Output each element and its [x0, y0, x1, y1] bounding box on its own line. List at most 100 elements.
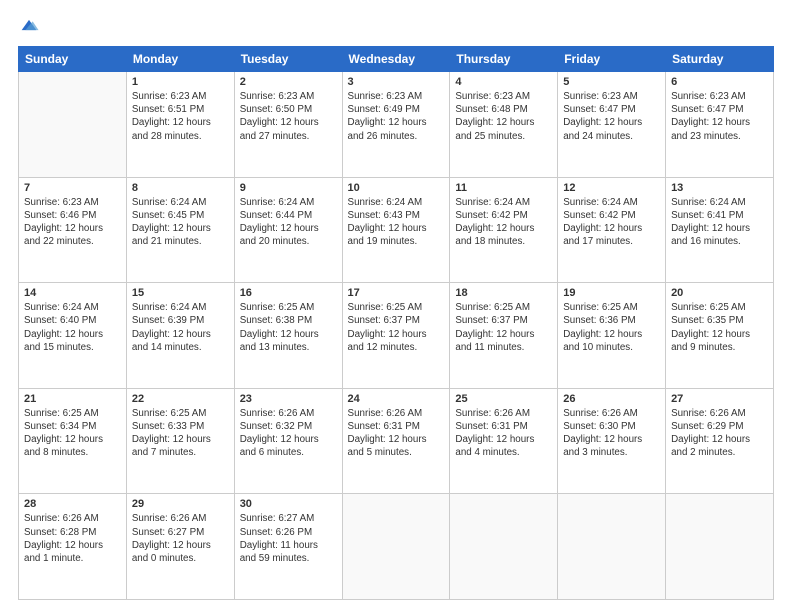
day-number: 3: [348, 76, 445, 88]
day-number: 12: [563, 182, 660, 194]
day-number: 16: [240, 287, 337, 299]
day-info: Sunrise: 6:25 AMSunset: 6:35 PMDaylight:…: [671, 301, 768, 354]
day-info: Sunrise: 6:23 AMSunset: 6:50 PMDaylight:…: [240, 90, 337, 143]
calendar-cell: 7Sunrise: 6:23 AMSunset: 6:46 PMDaylight…: [19, 177, 127, 283]
day-info: Sunrise: 6:24 AMSunset: 6:45 PMDaylight:…: [132, 196, 229, 249]
header: [18, 16, 774, 36]
day-info: Sunrise: 6:23 AMSunset: 6:49 PMDaylight:…: [348, 90, 445, 143]
day-number: 8: [132, 182, 229, 194]
calendar-cell: 10Sunrise: 6:24 AMSunset: 6:43 PMDayligh…: [342, 177, 450, 283]
weekday-header-monday: Monday: [126, 47, 234, 72]
day-info: Sunrise: 6:23 AMSunset: 6:47 PMDaylight:…: [671, 90, 768, 143]
day-info: Sunrise: 6:24 AMSunset: 6:40 PMDaylight:…: [24, 301, 121, 354]
calendar-cell: 12 Sunrise: 6:24 AMSunset: 6:42 PMDayligh…: [558, 177, 666, 283]
calendar-cell: [558, 494, 666, 600]
day-info: Sunrise: 6:25 AMSunset: 6:33 PMDaylight:…: [132, 407, 229, 460]
calendar-cell: [19, 72, 127, 178]
day-number: 22: [132, 393, 229, 405]
calendar-cell: 3 Sunrise: 6:23 AMSunset: 6:49 PMDaylight…: [342, 72, 450, 178]
day-number: 17: [348, 287, 445, 299]
calendar-cell: 17 Sunrise: 6:25 AMSunset: 6:37 PMDayligh…: [342, 283, 450, 389]
day-info: Sunrise: 6:23 AMSunset: 6:48 PMDaylight:…: [455, 90, 552, 143]
day-number: 30: [240, 498, 337, 510]
day-number: 27: [671, 393, 768, 405]
day-info: Sunrise: 6:24 AMSunset: 6:44 PMDaylight:…: [240, 196, 337, 249]
day-number: 18: [455, 287, 552, 299]
day-info: Sunrise: 6:23 AMSunset: 6:47 PMDaylight:…: [563, 90, 660, 143]
calendar-cell: 21Sunrise: 6:25 AMSunset: 6:34 PMDayligh…: [19, 388, 127, 494]
day-info: Sunrise: 6:24 AMSunset: 6:41 PMDaylight:…: [671, 196, 768, 249]
day-info: Sunrise: 6:26 AMSunset: 6:27 PMDaylight:…: [132, 512, 229, 565]
calendar-cell: 24 Sunrise: 6:26 AMSunset: 6:31 PMDayligh…: [342, 388, 450, 494]
day-info: Sunrise: 6:25 AMSunset: 6:37 PMDaylight:…: [348, 301, 445, 354]
day-info: Sunrise: 6:24 AMSunset: 6:42 PMDaylight:…: [455, 196, 552, 249]
calendar-cell: 18Sunrise: 6:25 AMSunset: 6:37 PMDayligh…: [450, 283, 558, 389]
weekday-header-sunday: Sunday: [19, 47, 127, 72]
day-number: 19: [563, 287, 660, 299]
calendar-cell: 25Sunrise: 6:26 AMSunset: 6:31 PMDayligh…: [450, 388, 558, 494]
calendar-cell: 6 Sunrise: 6:23 AMSunset: 6:47 PMDaylight…: [666, 72, 774, 178]
day-number: 11: [455, 182, 552, 194]
day-info: Sunrise: 6:27 AMSunset: 6:26 PMDaylight:…: [240, 512, 337, 565]
calendar-cell: 20 Sunrise: 6:25 AMSunset: 6:35 PMDayligh…: [666, 283, 774, 389]
day-number: 26: [563, 393, 660, 405]
logo-icon: [18, 14, 40, 36]
weekday-header-row: SundayMondayTuesdayWednesdayThursdayFrid…: [19, 47, 774, 72]
day-number: 21: [24, 393, 121, 405]
day-number: 6: [671, 76, 768, 88]
calendar-cell: 19 Sunrise: 6:25 AMSunset: 6:36 PMDayligh…: [558, 283, 666, 389]
day-number: 10: [348, 182, 445, 194]
day-info: Sunrise: 6:26 AMSunset: 6:31 PMDaylight:…: [348, 407, 445, 460]
calendar-cell: 11 Sunrise: 6:24 AMSunset: 6:42 PMDayligh…: [450, 177, 558, 283]
day-info: Sunrise: 6:23 AMSunset: 6:46 PMDaylight:…: [24, 196, 121, 249]
day-number: 25: [455, 393, 552, 405]
calendar-cell: 26 Sunrise: 6:26 AMSunset: 6:30 PMDayligh…: [558, 388, 666, 494]
calendar-week-row: 28 Sunrise: 6:26 AMSunset: 6:28 PMDayligh…: [19, 494, 774, 600]
day-number: 20: [671, 287, 768, 299]
day-number: 2: [240, 76, 337, 88]
calendar-week-row: 1Sunrise: 6:23 AMSunset: 6:51 PMDaylight…: [19, 72, 774, 178]
weekday-header-friday: Friday: [558, 47, 666, 72]
weekday-header-wednesday: Wednesday: [342, 47, 450, 72]
day-info: Sunrise: 6:26 AMSunset: 6:28 PMDaylight:…: [24, 512, 121, 565]
logo: [18, 16, 42, 36]
calendar-week-row: 14Sunrise: 6:24 AMSunset: 6:40 PMDayligh…: [19, 283, 774, 389]
day-number: 4: [455, 76, 552, 88]
weekday-header-thursday: Thursday: [450, 47, 558, 72]
calendar-cell: 2 Sunrise: 6:23 AMSunset: 6:50 PMDaylight…: [234, 72, 342, 178]
calendar-cell: 14Sunrise: 6:24 AMSunset: 6:40 PMDayligh…: [19, 283, 127, 389]
calendar-cell: 16 Sunrise: 6:25 AMSunset: 6:38 PMDayligh…: [234, 283, 342, 389]
day-number: 13: [671, 182, 768, 194]
day-number: 23: [240, 393, 337, 405]
calendar-week-row: 7Sunrise: 6:23 AMSunset: 6:46 PMDaylight…: [19, 177, 774, 283]
calendar-cell: 13 Sunrise: 6:24 AMSunset: 6:41 PMDayligh…: [666, 177, 774, 283]
calendar-cell: 4 Sunrise: 6:23 AMSunset: 6:48 PMDaylight…: [450, 72, 558, 178]
day-info: Sunrise: 6:24 AMSunset: 6:42 PMDaylight:…: [563, 196, 660, 249]
day-info: Sunrise: 6:26 AMSunset: 6:32 PMDaylight:…: [240, 407, 337, 460]
weekday-header-saturday: Saturday: [666, 47, 774, 72]
calendar-cell: 8 Sunrise: 6:24 AMSunset: 6:45 PMDaylight…: [126, 177, 234, 283]
weekday-header-tuesday: Tuesday: [234, 47, 342, 72]
day-info: Sunrise: 6:25 AMSunset: 6:36 PMDaylight:…: [563, 301, 660, 354]
calendar-cell: 1Sunrise: 6:23 AMSunset: 6:51 PMDaylight…: [126, 72, 234, 178]
day-number: 15: [132, 287, 229, 299]
calendar-cell: 28 Sunrise: 6:26 AMSunset: 6:28 PMDayligh…: [19, 494, 127, 600]
calendar-cell: 9 Sunrise: 6:24 AMSunset: 6:44 PMDaylight…: [234, 177, 342, 283]
calendar-cell: [342, 494, 450, 600]
calendar-cell: 23 Sunrise: 6:26 AMSunset: 6:32 PMDayligh…: [234, 388, 342, 494]
calendar-week-row: 21Sunrise: 6:25 AMSunset: 6:34 PMDayligh…: [19, 388, 774, 494]
calendar-cell: [666, 494, 774, 600]
day-number: 24: [348, 393, 445, 405]
day-info: Sunrise: 6:25 AMSunset: 6:38 PMDaylight:…: [240, 301, 337, 354]
day-number: 5: [563, 76, 660, 88]
day-number: 28: [24, 498, 121, 510]
calendar-table: SundayMondayTuesdayWednesdayThursdayFrid…: [18, 46, 774, 600]
calendar-cell: 27Sunrise: 6:26 AMSunset: 6:29 PMDayligh…: [666, 388, 774, 494]
day-info: Sunrise: 6:24 AMSunset: 6:39 PMDaylight:…: [132, 301, 229, 354]
calendar-cell: 5 Sunrise: 6:23 AMSunset: 6:47 PMDaylight…: [558, 72, 666, 178]
day-number: 29: [132, 498, 229, 510]
day-number: 9: [240, 182, 337, 194]
calendar-cell: 30 Sunrise: 6:27 AMSunset: 6:26 PMDayligh…: [234, 494, 342, 600]
day-info: Sunrise: 6:26 AMSunset: 6:30 PMDaylight:…: [563, 407, 660, 460]
calendar-cell: 15 Sunrise: 6:24 AMSunset: 6:39 PMDayligh…: [126, 283, 234, 389]
